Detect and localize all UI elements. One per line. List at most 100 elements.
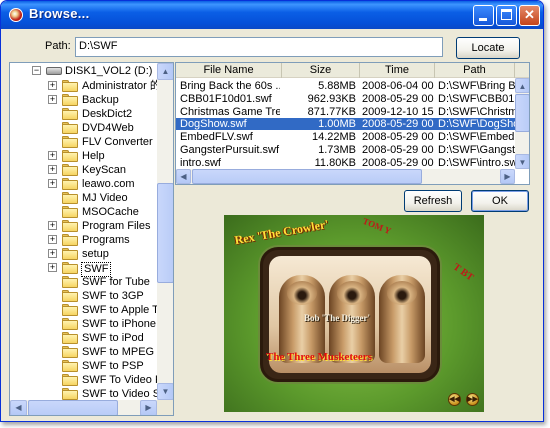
column-header-size[interactable]: Size	[282, 63, 360, 78]
tree-folder-item[interactable]: DeskDict2	[10, 108, 157, 122]
file-scroll-right-button[interactable]: ▶	[500, 169, 515, 184]
file-list-horizontal-scrollbar[interactable]: ◀ ▶	[176, 169, 515, 184]
file-list[interactable]: File Name Size Time Path Bring Back the …	[175, 62, 530, 185]
tree-root-drive[interactable]: − DISK1_VOL2 (D:)	[10, 65, 157, 79]
tree-folder-label: setup	[82, 248, 109, 260]
tree-folder-item[interactable]: SWF to iPod	[10, 332, 157, 346]
folder-icon	[62, 290, 78, 302]
close-button[interactable]: ✕	[519, 5, 540, 26]
scroll-right-button[interactable]: ▶	[140, 400, 157, 415]
expand-icon[interactable]: +	[48, 249, 57, 258]
tree-folder-item[interactable]: SWF To Video Pr	[10, 374, 166, 388]
folder-icon	[62, 108, 78, 120]
file-row[interactable]: intro.swf 11.80KB 2008-05-29 00:0... D:\SWF…	[176, 157, 515, 169]
tree-folder-item[interactable]: MJ Video	[10, 192, 157, 206]
preview-caption-tom: TOM Y	[361, 215, 393, 237]
dog-head	[337, 281, 367, 305]
file-cell-time: 2008-05-29 00:0...	[362, 118, 434, 131]
preview-prev-button[interactable]: ◀◀	[448, 393, 461, 406]
collapse-icon[interactable]: −	[32, 66, 41, 75]
file-scroll-up-button[interactable]: ▲	[515, 78, 529, 93]
tree-folder-item[interactable]: + Programs	[10, 234, 157, 248]
folder-icon	[62, 206, 78, 218]
tree-scroll-thumb[interactable]	[157, 183, 173, 283]
file-list-vertical-scrollbar[interactable]: ▲ ▼	[515, 78, 529, 169]
tree-horizontal-scrollbar[interactable]: ◀ ▶	[10, 400, 157, 415]
folder-icon	[62, 248, 78, 260]
tree-folder-item[interactable]: SWF to Apple TV	[10, 304, 166, 318]
expand-icon[interactable]: +	[48, 221, 57, 230]
folder-icon	[62, 304, 78, 316]
folder-icon	[62, 164, 78, 176]
expand-icon[interactable]: +	[48, 81, 57, 90]
tree-folder-item[interactable]: + Program Files	[10, 220, 157, 234]
file-scroll-left-button[interactable]: ◀	[176, 169, 191, 184]
swf-preview[interactable]: Rex 'The Crowler' TOM Y T BT Bob 'The Di…	[224, 215, 484, 412]
dog-head	[287, 281, 317, 305]
tree-folder-item[interactable]: + KeyScan	[10, 164, 157, 178]
scroll-left-button[interactable]: ◀	[10, 400, 27, 415]
path-input[interactable]: D:\SWF	[75, 37, 443, 57]
tree-folder-item[interactable]: SWF to MPEG	[10, 346, 157, 360]
tree-hscroll-thumb[interactable]	[28, 400, 118, 415]
file-scroll-down-button[interactable]: ▼	[515, 154, 529, 169]
scroll-up-button[interactable]: ▲	[157, 63, 173, 80]
tree-folder-item[interactable]: + Help	[10, 150, 157, 164]
dog-image	[379, 275, 425, 363]
tree-folder-item[interactable]: + Administrator 的文	[10, 80, 172, 94]
file-row[interactable]: EmbedFLV.swf 14.22MB 2008-05-29 00:0... D:\…	[176, 131, 515, 143]
file-hscroll-thumb[interactable]	[192, 169, 422, 184]
file-scroll-thumb[interactable]	[515, 94, 529, 132]
column-header-file-name[interactable]: File Name	[176, 63, 282, 78]
tree-folder-item[interactable]: SWF to iPhone	[10, 318, 157, 332]
expand-icon[interactable]: +	[48, 235, 57, 244]
minimize-icon	[479, 18, 487, 21]
folder-icon	[62, 346, 78, 358]
tree-folder-label: SWF to 3GP	[82, 290, 144, 302]
maximize-button[interactable]	[496, 5, 517, 26]
tree-folder-item[interactable]: SWF to PSP	[10, 360, 157, 374]
file-row[interactable]: DogShow.swf 1.00MB 2008-05-29 00:0... D:\SW…	[176, 118, 515, 131]
minimize-button[interactable]	[473, 5, 494, 26]
dog-head	[387, 281, 417, 305]
folder-icon	[62, 192, 78, 204]
expand-icon[interactable]: +	[48, 95, 57, 104]
locate-button[interactable]: Locate	[456, 37, 520, 59]
preview-next-button[interactable]: ▶▶	[466, 393, 479, 406]
file-cell-path: D:\SWF\DogSho.	[438, 118, 515, 131]
tree-folder-item[interactable]: + leawo.com	[10, 178, 157, 192]
preview-caption-rex: Rex 'The Crowler'	[233, 216, 330, 248]
refresh-button[interactable]: Refresh	[404, 190, 462, 212]
column-header-time[interactable]: Time	[360, 63, 435, 78]
expand-icon[interactable]: +	[48, 263, 57, 272]
file-cell-name: CBB01F10d01.swf	[180, 92, 272, 105]
scroll-down-button[interactable]: ▼	[157, 383, 173, 400]
folder-tree[interactable]: − DISK1_VOL2 (D:) + Administrator 的文 + Backup…	[9, 62, 174, 416]
tree-folder-item[interactable]: DVD4Web	[10, 122, 157, 136]
file-cell-name: Bring Back the 60s ...	[180, 80, 280, 92]
file-cell-name: DogShow.swf	[180, 118, 247, 131]
title-bar[interactable]: Browse... ✕	[1, 1, 543, 29]
file-row[interactable]: Christmas Game Tre... 871.77KB 2009-12-10 …	[176, 106, 515, 118]
file-row[interactable]: CBB01F10d01.swf 962.93KB 2008-05-29 00:0..…	[176, 93, 515, 105]
tree-vertical-scrollbar[interactable]: ▲ ▼	[157, 63, 173, 400]
browse-dialog: Browse... ✕ Path: D:\SWF Locate − DISK1_V…	[0, 0, 544, 422]
tree-folder-item[interactable]: + SWF	[10, 262, 157, 277]
expand-icon[interactable]: +	[48, 165, 57, 174]
file-cell-size: 1.73MB	[318, 144, 356, 156]
file-cell-path: D:\SWF\Gangster	[438, 144, 515, 156]
column-header-path[interactable]: Path	[435, 63, 515, 78]
tree-folder-item[interactable]: SWF to 3GP	[10, 290, 157, 304]
tree-folder-item[interactable]: MSOCache	[10, 206, 157, 220]
tree-folder-item[interactable]: + setup	[10, 248, 157, 262]
ok-button[interactable]: OK	[471, 190, 529, 212]
file-row[interactable]: GangsterPursuit.swf 1.73MB 2008-05-29 00:0…	[176, 144, 515, 156]
tree-folder-item[interactable]: FLV Converter	[10, 136, 157, 150]
file-row[interactable]: Bring Back the 60s ... 5.88MB 2008-06-04 0…	[176, 80, 515, 92]
file-cell-name: intro.swf	[180, 156, 221, 169]
tree-folder-item[interactable]: SWF for Tube	[10, 276, 157, 290]
tree-folder-label: SWF To Video Pr	[82, 374, 166, 386]
expand-icon[interactable]: +	[48, 151, 57, 160]
expand-icon[interactable]: +	[48, 179, 57, 188]
tree-folder-item[interactable]: + Backup	[10, 94, 157, 108]
